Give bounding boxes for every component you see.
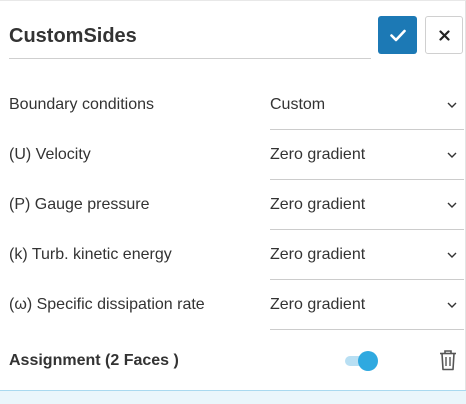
confirm-button[interactable] (378, 16, 417, 54)
row-turb-kinetic-energy: (k) Turb. kinetic energy Zero gradient (9, 230, 464, 280)
specific-dissipation-rate-value: Zero gradient (270, 296, 366, 313)
row-specific-dissipation-rate: (ω) Specific dissipation rate Zero gradi… (9, 280, 464, 330)
assignment-label: Assignment (2 Faces ) (9, 352, 179, 369)
boundary-conditions-select[interactable]: Custom (270, 80, 464, 130)
boundary-conditions-value: Custom (270, 96, 326, 113)
boundary-name-input[interactable] (9, 15, 371, 59)
velocity-value: Zero gradient (270, 146, 366, 163)
chevron-down-icon (447, 152, 457, 158)
chevron-down-icon (447, 202, 457, 208)
assignment-row: Assignment (2 Faces ) (9, 341, 459, 381)
boundary-condition-panel: Boundary conditions Custom (U) Velocity … (0, 0, 466, 404)
boundary-conditions-label: Boundary conditions (9, 96, 154, 113)
gauge-pressure-value: Zero gradient (270, 196, 366, 213)
row-gauge-pressure: (P) Gauge pressure Zero gradient (9, 180, 464, 230)
assignment-toggle[interactable] (344, 351, 378, 371)
assignment-faces-area (0, 390, 466, 404)
chevron-down-icon (447, 302, 457, 308)
turb-kinetic-energy-value: Zero gradient (270, 246, 366, 263)
velocity-label: (U) Velocity (9, 146, 91, 163)
gauge-pressure-label: (P) Gauge pressure (9, 196, 150, 213)
turb-kinetic-energy-label: (k) Turb. kinetic energy (9, 246, 172, 263)
chevron-down-icon (447, 252, 457, 258)
trash-icon[interactable] (438, 349, 458, 371)
check-icon (389, 29, 406, 41)
toggle-knob (358, 351, 378, 371)
row-boundary-conditions: Boundary conditions Custom (9, 80, 464, 130)
close-button[interactable] (425, 16, 463, 54)
velocity-select[interactable]: Zero gradient (270, 130, 464, 180)
specific-dissipation-rate-label: (ω) Specific dissipation rate (9, 296, 205, 313)
close-icon (438, 29, 450, 41)
specific-dissipation-rate-select[interactable]: Zero gradient (270, 280, 464, 330)
chevron-down-icon (447, 102, 457, 108)
row-velocity: (U) Velocity Zero gradient (9, 130, 464, 180)
gauge-pressure-select[interactable]: Zero gradient (270, 180, 464, 230)
turb-kinetic-energy-select[interactable]: Zero gradient (270, 230, 464, 280)
panel-header (9, 15, 463, 61)
